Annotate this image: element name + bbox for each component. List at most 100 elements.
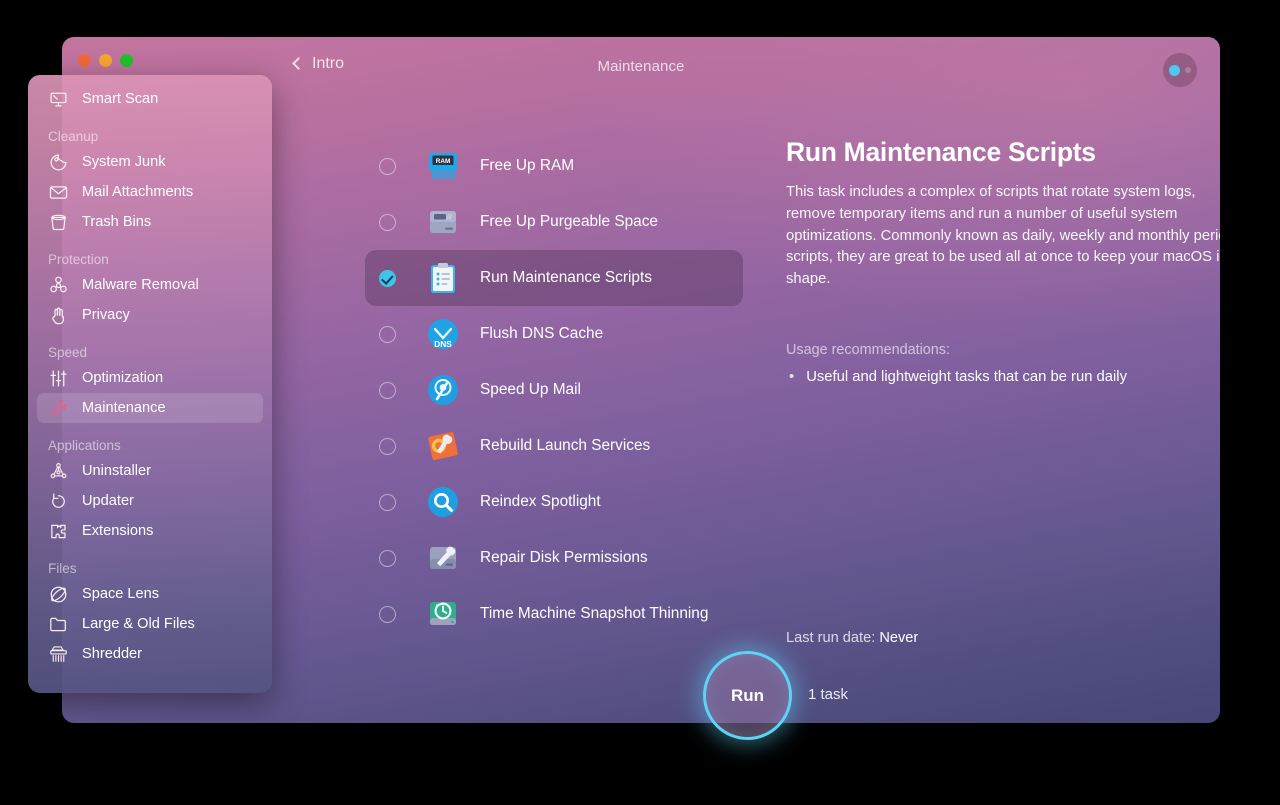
ram-chip-icon: RAM	[425, 148, 461, 184]
folder-icon	[48, 614, 69, 635]
planet-icon	[48, 584, 69, 605]
task-checkbox[interactable]	[379, 438, 396, 455]
detail-title: Run Maintenance Scripts	[786, 137, 1220, 168]
last-run-value: Never	[879, 630, 918, 646]
task-row[interactable]: Rebuild Launch Services	[365, 418, 743, 474]
time-machine-icon	[425, 596, 461, 632]
hard-drive-icon	[425, 204, 461, 240]
sidebar-item-label: Optimization	[82, 370, 163, 386]
task-row[interactable]: RAM Free Up RAM	[365, 138, 743, 194]
task-checkbox[interactable]	[379, 270, 396, 287]
svg-text:DNS: DNS	[434, 339, 452, 349]
task-checkbox[interactable]	[379, 214, 396, 231]
sidebar-item-label: Mail Attachments	[82, 184, 193, 200]
sidebar-item-system-junk[interactable]: System Junk	[37, 147, 263, 177]
svg-text:RAM: RAM	[436, 158, 451, 165]
shredder-icon	[48, 644, 69, 665]
sidebar-item-label: Malware Removal	[82, 277, 199, 293]
sidebar-item-extensions[interactable]: Extensions	[37, 516, 263, 546]
detail-description: This task includes a complex of scripts …	[786, 182, 1220, 291]
list-item: • Useful and lightweight tasks that can …	[786, 369, 1220, 385]
sidebar-item-trash-bins[interactable]: Trash Bins	[37, 207, 263, 237]
sidebar-item-label: Large & Old Files	[82, 616, 195, 632]
smart-scan-icon	[48, 89, 69, 110]
screen: Intro Maintenance RAM Free Up RAM	[0, 0, 1280, 805]
last-run-info: Last run date: Never	[786, 630, 918, 646]
task-checkbox[interactable]	[379, 494, 396, 511]
spotlight-icon	[425, 484, 461, 520]
usage-recommendations-heading: Usage recommendations:	[786, 342, 1220, 358]
task-checkbox[interactable]	[379, 158, 396, 175]
sidebar-item-maintenance[interactable]: Maintenance	[37, 393, 263, 423]
bullet-icon: •	[789, 369, 794, 385]
task-list: RAM Free Up RAM Free Up Purgeable Space …	[365, 138, 743, 642]
sidebar-item-smart-scan[interactable]: Smart Scan	[37, 84, 263, 114]
task-row[interactable]: Time Machine Snapshot Thinning	[365, 586, 743, 642]
run-area: Run 1 task	[703, 651, 792, 740]
sidebar-item-space-lens[interactable]: Space Lens	[37, 579, 263, 609]
sidebar-item-privacy[interactable]: Privacy	[37, 300, 263, 330]
task-row[interactable]: Repair Disk Permissions	[365, 530, 743, 586]
task-label: Flush DNS Cache	[480, 325, 603, 343]
sidebar-item-shredder[interactable]: Shredder	[37, 639, 263, 669]
sidebar-item-label: Smart Scan	[82, 91, 158, 107]
sidebar-item-label: Updater	[82, 493, 134, 509]
task-checkbox[interactable]	[379, 606, 396, 623]
sidebar-item-uninstaller[interactable]: Uninstaller	[37, 456, 263, 486]
task-row[interactable]: Speed Up Mail	[365, 362, 743, 418]
status-dot-icon	[1169, 65, 1180, 76]
dns-icon: DNS	[425, 316, 461, 352]
sidebar-item-label: System Junk	[82, 154, 166, 170]
sidebar-item-label: Privacy	[82, 307, 130, 323]
task-row[interactable]: Run Maintenance Scripts	[365, 250, 743, 306]
task-count-label: 1 task	[808, 686, 848, 703]
sidebar-group-label: Applications	[28, 438, 272, 456]
disk-repair-icon	[425, 540, 461, 576]
status-dot-secondary-icon	[1185, 67, 1191, 73]
task-checkbox[interactable]	[379, 382, 396, 399]
task-label: Speed Up Mail	[480, 381, 581, 399]
sidebar-item-large-old-files[interactable]: Large & Old Files	[37, 609, 263, 639]
wrench-icon	[48, 398, 69, 419]
sidebar-item-label: Maintenance	[82, 400, 166, 416]
usage-item-label: Useful and lightweight tasks that can be…	[806, 369, 1127, 385]
launch-services-icon	[425, 428, 461, 464]
sidebar-group-label: Speed	[28, 345, 272, 363]
sidebar-item-label: Uninstaller	[82, 463, 151, 479]
task-label: Time Machine Snapshot Thinning	[480, 605, 708, 623]
refresh-arrow-icon	[48, 491, 69, 512]
sidebar-item-malware-removal[interactable]: Malware Removal	[37, 270, 263, 300]
task-label: Reindex Spotlight	[480, 493, 601, 511]
task-row[interactable]: DNS Flush DNS Cache	[365, 306, 743, 362]
sidebar-group-label: Protection	[28, 252, 272, 270]
sidebar-item-updater[interactable]: Updater	[37, 486, 263, 516]
mail-speed-icon	[425, 372, 461, 408]
task-checkbox[interactable]	[379, 550, 396, 567]
task-row[interactable]: Reindex Spotlight	[365, 474, 743, 530]
run-button[interactable]: Run	[703, 651, 792, 740]
system-junk-icon	[48, 152, 69, 173]
usage-recommendations-list: • Useful and lightweight tasks that can …	[786, 369, 1220, 385]
sidebar-item-optimization[interactable]: Optimization	[37, 363, 263, 393]
sidebar-item-mail-attachments[interactable]: Mail Attachments	[37, 177, 263, 207]
sidebar-item-label: Space Lens	[82, 586, 159, 602]
sidebar-group-label: Files	[28, 561, 272, 579]
detail-panel: Run Maintenance Scripts This task includ…	[786, 137, 1220, 385]
biohazard-icon	[48, 275, 69, 296]
puzzle-icon	[48, 521, 69, 542]
mail-icon	[48, 182, 69, 203]
task-label: Free Up RAM	[480, 157, 574, 175]
account-status-button[interactable]	[1163, 53, 1197, 87]
sidebar-item-label: Extensions	[82, 523, 153, 539]
last-run-label: Last run date:	[786, 630, 875, 646]
task-label: Rebuild Launch Services	[480, 437, 650, 455]
task-label: Run Maintenance Scripts	[480, 269, 652, 287]
hand-icon	[48, 305, 69, 326]
molecule-icon	[48, 461, 69, 482]
task-checkbox[interactable]	[379, 326, 396, 343]
task-label: Repair Disk Permissions	[480, 549, 648, 567]
sliders-icon	[48, 368, 69, 389]
sidebar-item-label: Shredder	[82, 646, 142, 662]
task-row[interactable]: Free Up Purgeable Space	[365, 194, 743, 250]
page-title: Maintenance	[62, 58, 1220, 75]
